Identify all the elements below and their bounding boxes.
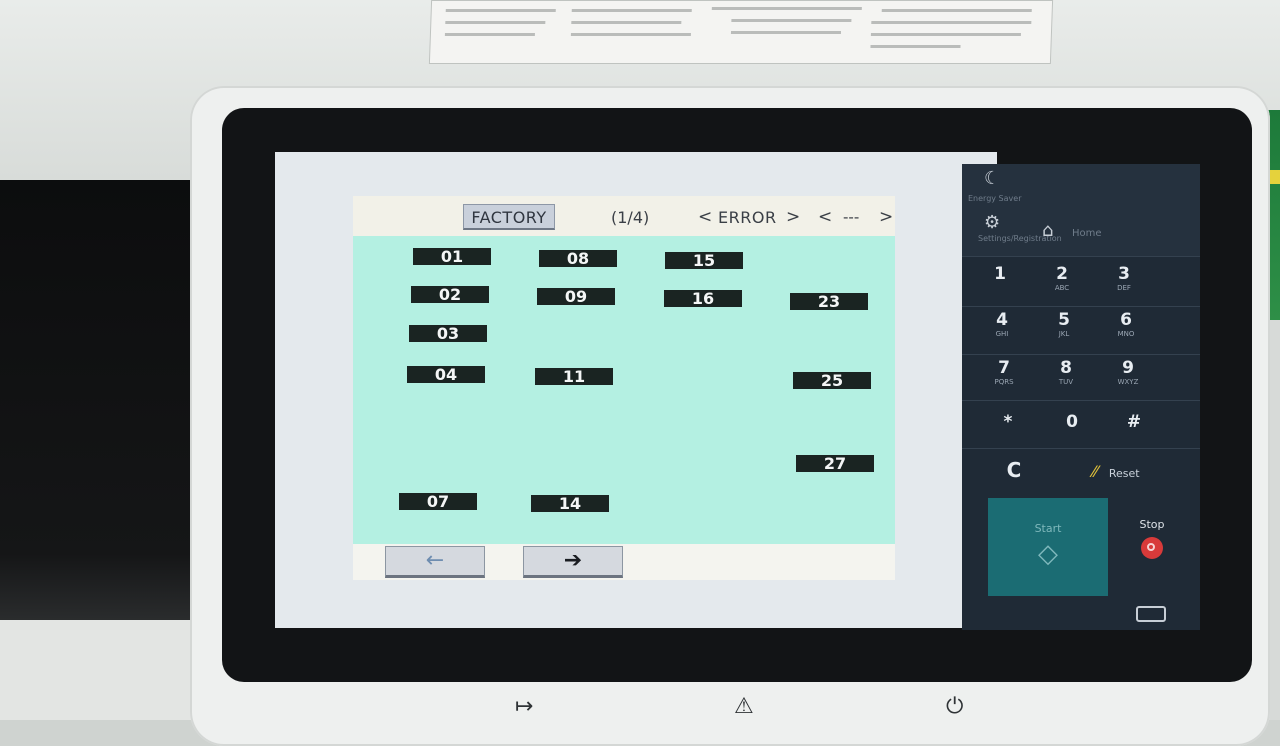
key-5[interactable]: 5 JKL xyxy=(1034,310,1094,352)
reset-icon: ⁄⁄ xyxy=(1092,462,1098,481)
next-page-button[interactable]: ➔ xyxy=(523,546,623,578)
keypad-top-section: ☾ Energy Saver ⚙ Settings/Registration ⌂… xyxy=(962,164,1200,257)
code-button-02[interactable]: 02 xyxy=(411,286,489,303)
left-arrow-icon: ← xyxy=(425,548,445,573)
code-button-08[interactable]: 08 xyxy=(539,250,617,267)
key-6[interactable]: 6 MNO xyxy=(1096,310,1156,352)
code-button-23[interactable]: 23 xyxy=(790,293,868,310)
page-indicator: (1/4) xyxy=(611,208,650,227)
subcode-label: --- xyxy=(843,208,860,226)
key-9[interactable]: 9 WXYZ xyxy=(1098,358,1158,400)
code-button-03[interactable]: 03 xyxy=(409,325,487,342)
stop-icon xyxy=(1141,537,1163,559)
error-code-grid: 01 02 03 04 07 08 09 11 14 15 16 23 25 2… xyxy=(353,236,895,544)
mode-next-arrow[interactable]: > xyxy=(786,207,800,227)
code-button-01[interactable]: 01 xyxy=(413,248,491,265)
header-bar: FACTORY (1/4) < ERROR > < --- > xyxy=(353,196,895,236)
start-icon: ◇ xyxy=(1038,539,1058,569)
code-button-14[interactable]: 14 xyxy=(531,495,609,512)
key-2[interactable]: 2 ABC xyxy=(1032,264,1092,306)
code-button-07[interactable]: 07 xyxy=(399,493,477,510)
footer-bar: ← ➔ xyxy=(353,544,895,580)
right-arrow-icon: ➔ xyxy=(563,548,583,573)
clear-key[interactable]: C xyxy=(984,460,1044,502)
code-button-15[interactable]: 15 xyxy=(665,252,743,269)
key-7[interactable]: 7 PQRS xyxy=(974,358,1034,400)
home-label: Home xyxy=(1072,228,1102,239)
warning-sticker xyxy=(428,0,1054,64)
code-button-27[interactable]: 27 xyxy=(796,455,874,472)
energy-saver-label: Energy Saver xyxy=(968,194,1022,203)
gear-icon[interactable]: ⚙ xyxy=(984,212,1000,233)
side-keypad: ☾ Energy Saver ⚙ Settings/Registration ⌂… xyxy=(962,164,1200,630)
stop-button[interactable]: Stop xyxy=(1120,518,1184,578)
code-button-09[interactable]: 09 xyxy=(537,288,615,305)
key-8[interactable]: 8 TUV xyxy=(1036,358,1096,400)
mode-label: ERROR xyxy=(718,208,777,227)
code-button-11[interactable]: 11 xyxy=(535,368,613,385)
key-1[interactable]: 1 xyxy=(970,264,1030,306)
start-button[interactable]: Start ◇ xyxy=(988,498,1108,596)
subcode-prev-arrow[interactable]: < xyxy=(818,207,832,227)
code-button-04[interactable]: 04 xyxy=(407,366,485,383)
service-mode-panel: FACTORY (1/4) < ERROR > < --- > 01 02 03… xyxy=(353,196,895,580)
key-4[interactable]: 4 GHI xyxy=(972,310,1032,352)
factory-button[interactable]: FACTORY xyxy=(463,204,555,230)
moon-icon[interactable]: ☾ xyxy=(984,168,1000,189)
touch-screen: FACTORY (1/4) < ERROR > < --- > 01 02 03… xyxy=(275,152,997,628)
code-button-16[interactable]: 16 xyxy=(664,290,742,307)
code-button-25[interactable]: 25 xyxy=(793,372,871,389)
subcode-next-arrow[interactable]: > xyxy=(879,207,893,227)
back-page-button[interactable]: ← xyxy=(385,546,485,578)
power-icon[interactable]: ⏻ xyxy=(946,694,963,719)
status-indicator-icon xyxy=(1136,606,1166,622)
warning-icon: ⚠ xyxy=(734,694,754,719)
key-3[interactable]: 3 DEF xyxy=(1094,264,1154,306)
mode-prev-arrow[interactable]: < xyxy=(698,207,712,227)
home-icon[interactable]: ⌂ xyxy=(1042,220,1053,241)
login-icon[interactable]: ↦ xyxy=(515,694,533,719)
